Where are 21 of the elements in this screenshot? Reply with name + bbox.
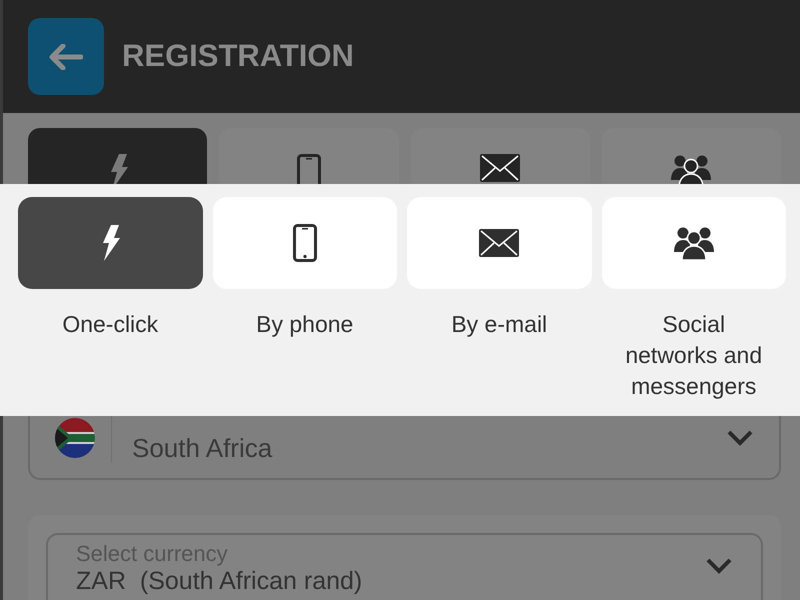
chevron-down-icon <box>726 428 754 446</box>
page-title: REGISTRATION <box>122 37 354 76</box>
lightning-icon <box>100 225 120 261</box>
method-tab[interactable] <box>18 197 202 289</box>
country-value: South Africa <box>132 432 274 465</box>
back-arrow-icon <box>49 44 83 70</box>
method-label: One-click <box>62 310 158 339</box>
envelope-icon <box>480 154 520 182</box>
back-button[interactable] <box>28 18 104 95</box>
envelope-icon <box>479 229 520 257</box>
method-label: By e-mail <box>451 310 548 339</box>
method-label: By phone <box>256 310 354 339</box>
chevron-down-icon <box>705 557 733 575</box>
method-tab[interactable] <box>602 197 786 289</box>
people-icon <box>671 154 712 184</box>
people-icon <box>674 226 714 260</box>
phone-icon <box>292 224 317 262</box>
method-tab[interactable] <box>407 197 592 289</box>
phone-icon <box>296 154 321 184</box>
currency-value: ZAR (South African rand) <box>76 567 362 595</box>
flag-icon <box>55 418 95 458</box>
